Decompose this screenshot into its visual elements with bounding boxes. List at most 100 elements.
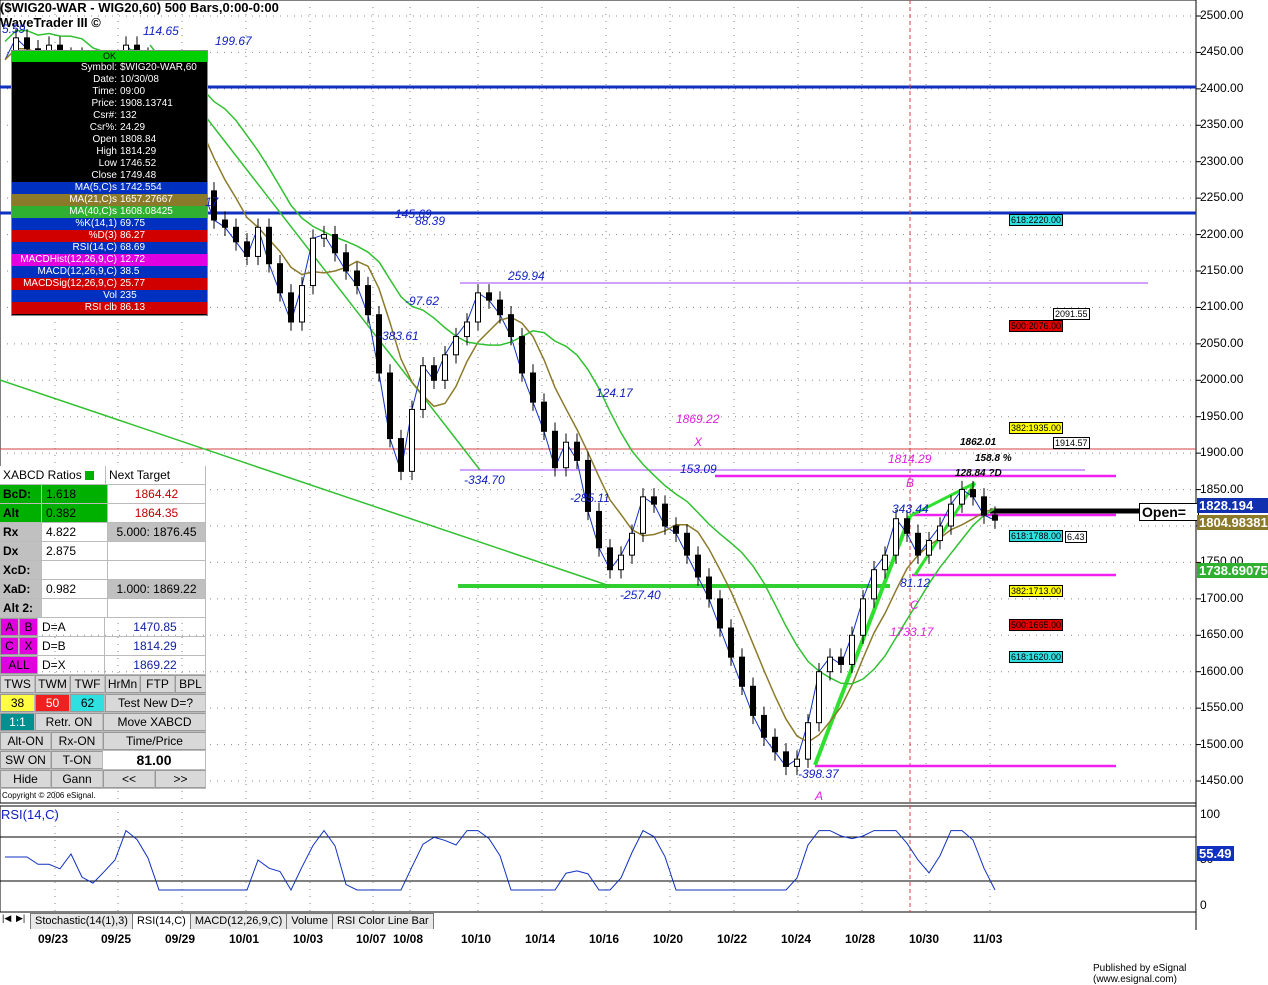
tws-button[interactable]: TWS bbox=[0, 675, 35, 693]
info-panel: OK Symbol: $WIG20-WAR,60 Date: 10/30/08 Time… bbox=[11, 50, 208, 316]
tab-macd[interactable]: MACD(12,26,9,C) bbox=[189, 913, 288, 929]
candle-body bbox=[750, 685, 756, 716]
ftp-button[interactable]: FTP bbox=[140, 675, 175, 693]
d-equals-label: D=B bbox=[38, 637, 105, 655]
info-value: 86.27 bbox=[120, 230, 146, 241]
candle-body bbox=[596, 510, 602, 549]
xabcd-target: 1864.35 bbox=[108, 504, 206, 522]
price-label: 158.8 % bbox=[975, 453, 1012, 464]
xabcd-pair-row: A B D=A 1470.85 bbox=[0, 618, 206, 637]
hide-button[interactable]: Hide bbox=[0, 770, 51, 788]
candle-body bbox=[893, 518, 899, 556]
xabcd-target bbox=[108, 599, 206, 617]
y-tick-label: 2050.00 bbox=[1200, 335, 1244, 350]
price-label: -398.37 bbox=[798, 767, 839, 781]
candle-body bbox=[519, 336, 525, 374]
candle-body bbox=[684, 532, 690, 556]
candle-body bbox=[563, 441, 569, 469]
sw-on-button[interactable]: SW ON bbox=[0, 751, 51, 769]
fib-50-button[interactable]: 50 bbox=[35, 694, 70, 712]
info-row: RSI clb 86.13 bbox=[12, 302, 207, 314]
info-row: RSI(14,C) 68.69 bbox=[12, 242, 207, 254]
info-key: MACDHist(12,26,9,C) bbox=[20, 254, 117, 265]
xabcd-header-label: XABCD Ratios bbox=[3, 468, 82, 482]
price-label: 128.84 ?D bbox=[955, 468, 1002, 479]
candle-body bbox=[618, 554, 624, 571]
point-a-button[interactable]: A bbox=[0, 618, 19, 636]
retr-on-button[interactable]: Retr. ON bbox=[35, 713, 103, 731]
one-to-one-button[interactable]: 1:1 bbox=[0, 713, 35, 731]
fib-62-button[interactable]: 62 bbox=[70, 694, 105, 712]
info-key: RSI clb bbox=[84, 302, 117, 313]
tab-scroll-left[interactable]: |◀ bbox=[2, 913, 11, 924]
y-tick-label: 2000.00 bbox=[1200, 372, 1244, 387]
xabcd-key: Dx bbox=[0, 542, 42, 560]
fib-level-box: 500:1665.00 bbox=[1009, 619, 1064, 631]
point-b-button[interactable]: B bbox=[19, 618, 38, 636]
info-row: MACDHist(12,26,9,C) 12.72 bbox=[12, 254, 207, 266]
tab-volume[interactable]: Volume bbox=[286, 913, 333, 929]
candle-body bbox=[761, 714, 767, 738]
price-label: 1862.01 bbox=[960, 437, 997, 448]
info-key: Vol bbox=[103, 290, 117, 301]
y-tick-label: 1950.00 bbox=[1200, 408, 1244, 423]
candle-body bbox=[24, 37, 30, 50]
test-new-d-button[interactable]: Test New D=? bbox=[105, 694, 206, 712]
y-tick-label: 2450.00 bbox=[1200, 44, 1244, 59]
candle-body bbox=[992, 514, 998, 521]
rsi-last-tag: 55.49 bbox=[1197, 846, 1234, 861]
time-price-button[interactable]: Time/Price bbox=[103, 732, 206, 750]
point-x-button[interactable]: X bbox=[19, 637, 38, 655]
tab-stochastic[interactable]: Stochastic(14(1),3) bbox=[30, 913, 133, 929]
candle-body bbox=[838, 656, 844, 665]
t-on-button[interactable]: T-ON bbox=[51, 751, 103, 769]
y-tick-label: 1650.00 bbox=[1200, 627, 1244, 642]
prev-button[interactable]: << bbox=[103, 770, 155, 788]
candle-body bbox=[365, 285, 371, 316]
price-label: 199.67 bbox=[215, 34, 252, 48]
fib-level-box: 382:1713.00 bbox=[1009, 585, 1064, 597]
candle-body bbox=[948, 503, 954, 527]
candle-body bbox=[959, 489, 965, 505]
candle-body bbox=[431, 365, 437, 381]
twm-button[interactable]: TWM bbox=[35, 675, 70, 693]
candle-body bbox=[794, 758, 800, 767]
info-key: Open bbox=[92, 134, 117, 145]
xabcd-target bbox=[108, 561, 206, 579]
tab-rsi[interactable]: RSI(14,C) bbox=[131, 913, 191, 929]
info-key: Symbol: bbox=[80, 62, 117, 73]
d-equals-value: 1869.22 bbox=[105, 656, 206, 674]
info-row: MA(21,C)s 1657.27667 bbox=[12, 194, 207, 206]
candle-body bbox=[772, 736, 778, 753]
next-button[interactable]: >> bbox=[155, 770, 206, 788]
info-value: 1808.84 bbox=[120, 134, 157, 145]
y-tick-label: 1600.00 bbox=[1200, 663, 1244, 678]
twf-button[interactable]: TWF bbox=[70, 675, 105, 693]
hrmn-button[interactable]: HrMn bbox=[105, 675, 140, 693]
move-xabcd-button[interactable]: Move XABCD bbox=[103, 713, 206, 731]
xabcd-value: 0.982 bbox=[42, 580, 108, 598]
xabcd-value bbox=[42, 599, 108, 617]
time-price-value[interactable]: 81.00 bbox=[103, 751, 206, 769]
bpl-button[interactable]: BPL bbox=[175, 675, 206, 693]
info-row: %D(3) 86.27 bbox=[12, 230, 207, 242]
price-label: 1733.17 bbox=[890, 625, 934, 639]
alt-on-button[interactable]: Alt-ON bbox=[0, 732, 51, 750]
xabcd-target: 5.000: 1876.45 bbox=[108, 523, 206, 541]
price-label: 5.59 bbox=[2, 22, 26, 36]
info-key: Csr%: bbox=[89, 122, 117, 133]
point-c-button[interactable]: C bbox=[0, 637, 19, 655]
fib-38-button[interactable]: 38 bbox=[0, 694, 35, 712]
tab-rsi-color[interactable]: RSI Color Line Bar bbox=[331, 913, 434, 929]
x-tick-label: 10/22 bbox=[717, 932, 748, 946]
gann-button[interactable]: Gann bbox=[51, 770, 103, 788]
info-row: Close 1749.48 bbox=[12, 170, 207, 182]
point-all-button[interactable]: ALL bbox=[0, 656, 38, 674]
y-tick-label: 1700.00 bbox=[1200, 590, 1244, 605]
rx-on-button[interactable]: Rx-ON bbox=[51, 732, 103, 750]
candle-body bbox=[871, 569, 877, 600]
tab-scroll-right[interactable]: ▶| bbox=[16, 913, 25, 924]
ok-button[interactable]: OK bbox=[12, 51, 207, 62]
x-tick-label: 10/30 bbox=[909, 932, 940, 946]
info-row: Price: 1908.13741 bbox=[12, 98, 207, 110]
